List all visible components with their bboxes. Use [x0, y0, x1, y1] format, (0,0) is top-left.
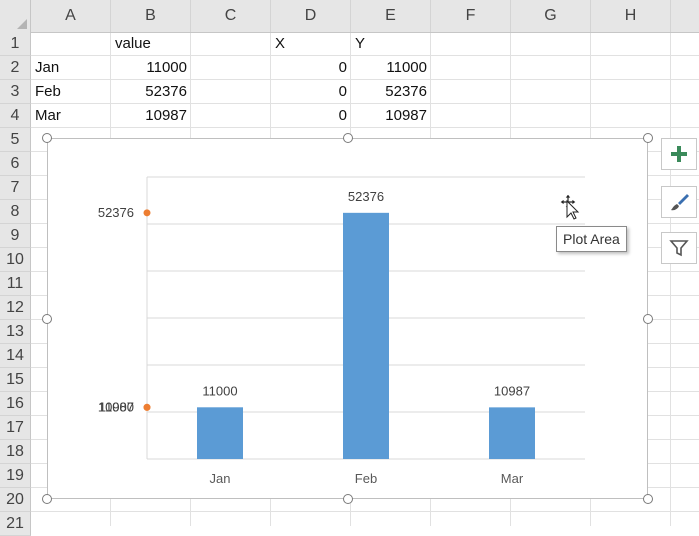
chart-elements-button[interactable]: [661, 138, 697, 170]
column-header-a[interactable]: A: [31, 0, 111, 32]
cell-d2[interactable]: 0: [271, 56, 347, 80]
cell-e2[interactable]: 11000: [351, 56, 427, 80]
row-header-6[interactable]: 6: [0, 152, 31, 176]
column-header-d[interactable]: D: [271, 0, 351, 32]
row-header-9[interactable]: 9: [0, 224, 31, 248]
chart-filters-icon: [669, 240, 689, 257]
row-header-8[interactable]: 8: [0, 200, 31, 224]
column-header-f[interactable]: F: [431, 0, 511, 32]
resize-handle-top-left[interactable]: [42, 133, 52, 143]
scatter-label: 52376: [98, 205, 134, 220]
chart-styles-icon: [671, 194, 689, 211]
resize-handle-bottom-left[interactable]: [42, 494, 52, 504]
column-header-c[interactable]: C: [191, 0, 271, 32]
cell-d4[interactable]: 0: [271, 104, 347, 128]
row-header-4[interactable]: 4: [0, 104, 31, 128]
column-header-i[interactable]: [671, 0, 699, 32]
row-header-17[interactable]: 17: [0, 416, 31, 440]
column-header-e[interactable]: E: [351, 0, 431, 32]
resize-handle-bottom[interactable]: [343, 494, 353, 504]
cell-a3[interactable]: Feb: [35, 80, 61, 104]
row-header-16[interactable]: 16: [0, 392, 31, 416]
row-header-1[interactable]: 1: [0, 32, 31, 56]
chart-elements-icon: [671, 146, 687, 162]
row-header-11[interactable]: 11: [0, 272, 31, 296]
row-header-2[interactable]: 2: [0, 56, 31, 80]
category-label-mar: Mar: [501, 471, 524, 486]
row-header-7[interactable]: 7: [0, 176, 31, 200]
row-header-18[interactable]: 18: [0, 440, 31, 464]
scatter-point: [143, 209, 151, 217]
row-header-12[interactable]: 12: [0, 296, 31, 320]
cell-e3[interactable]: 52376: [351, 80, 427, 104]
cell-d3[interactable]: 0: [271, 80, 347, 104]
resize-handle-top-right[interactable]: [643, 133, 653, 143]
bar-jan: [197, 407, 243, 459]
row-header-3[interactable]: 3: [0, 80, 31, 104]
scatter-point: [143, 403, 151, 411]
bar-feb: [343, 212, 389, 459]
cell-a4[interactable]: Mar: [35, 104, 61, 128]
row-header-15[interactable]: 15: [0, 368, 31, 392]
select-all-button[interactable]: [0, 0, 31, 32]
cell-a2[interactable]: Jan: [35, 56, 59, 80]
chart-filters-button[interactable]: [661, 232, 697, 264]
data-label: 10987: [494, 383, 530, 398]
category-label-feb: Feb: [355, 471, 377, 486]
data-label: 11000: [202, 383, 237, 398]
row-header-21[interactable]: 21: [0, 512, 31, 536]
column-header-g[interactable]: G: [511, 0, 591, 32]
row-header-13[interactable]: 13: [0, 320, 31, 344]
cell-b2[interactable]: 11000: [111, 56, 187, 80]
cell-b1[interactable]: value: [115, 32, 151, 56]
column-header-b[interactable]: B: [111, 0, 191, 32]
category-label-jan: Jan: [210, 471, 231, 486]
row-header-10[interactable]: 10: [0, 248, 31, 272]
bar-mar: [489, 407, 535, 459]
row-header-20[interactable]: 20: [0, 488, 31, 512]
row-header-19[interactable]: 19: [0, 464, 31, 488]
cell-b4[interactable]: 10987: [111, 104, 187, 128]
row-header-14[interactable]: 14: [0, 344, 31, 368]
cell-e4[interactable]: 10987: [351, 104, 427, 128]
cell-b3[interactable]: 52376: [111, 80, 187, 104]
column-header-bar: A B C D E F G H: [0, 0, 699, 33]
scatter-label: 10987: [98, 399, 134, 414]
cell-e1[interactable]: Y: [355, 32, 365, 56]
resize-handle-right[interactable]: [643, 314, 653, 324]
cell-d1[interactable]: X: [275, 32, 285, 56]
row-header-5[interactable]: 5: [0, 128, 31, 152]
data-label: 52376: [348, 189, 384, 204]
column-header-h[interactable]: H: [591, 0, 671, 32]
resize-handle-left[interactable]: [42, 314, 52, 324]
chart-styles-button[interactable]: [661, 186, 697, 218]
resize-handle-top[interactable]: [343, 133, 353, 143]
resize-handle-bottom-right[interactable]: [643, 494, 653, 504]
plot-area-tooltip: Plot Area: [556, 226, 627, 252]
move-cursor-icon: [559, 193, 580, 220]
